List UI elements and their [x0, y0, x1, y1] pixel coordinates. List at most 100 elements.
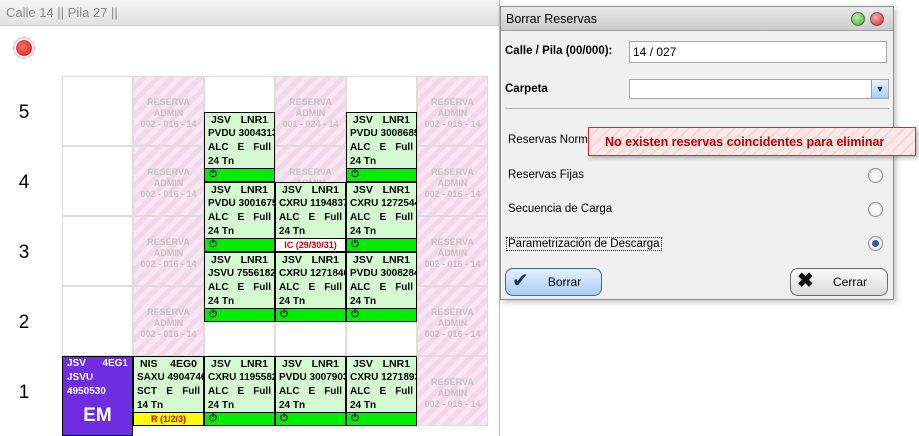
reserva-admin-cell[interactable]: RESERVAADMIN002 - 016 - 14 — [417, 76, 488, 146]
container-field: LNR1 — [311, 254, 339, 266]
container-card[interactable]: JSV LNR1 JSVU 7556182 ALC E Full 24 Tn ⏻ — [204, 252, 275, 322]
container-line: 24 Tn — [347, 295, 416, 309]
reserva-admin-cell[interactable]: RESERVAADMIN002 - 016 - 14 — [417, 356, 488, 426]
yard-slot[interactable] — [62, 216, 133, 286]
reserva-text: ADMIN — [153, 108, 184, 118]
reserva-admin-cell[interactable]: RESERVA ADMIN 001 - 024 - 14 — [275, 76, 346, 146]
borrar-button[interactable]: ✔ Borrar — [505, 268, 602, 296]
close-icon[interactable] — [870, 12, 884, 26]
container-line: JSV LNR1 — [347, 253, 416, 267]
container-field: 24 Tn — [279, 296, 306, 307]
container-line: ALC E Full — [276, 281, 345, 295]
container-field: Full — [253, 212, 271, 223]
container-line: JSV LNR1 — [347, 183, 416, 197]
reserva-text: 002 - 016 - 14 — [424, 189, 481, 199]
container-field: 4EG1 — [102, 358, 128, 369]
container-card[interactable]: JSV LNR1 PVDU 3007903 ALC E Full 24 Tn ⏻ — [275, 356, 346, 426]
reserva-admin-cell[interactable]: RESERVAADMIN002 - 016 - 14 — [133, 286, 204, 356]
container-card[interactable]: JSV LNR1 CXRU 1272544 ALC E Full 24 Tn ⏻ — [346, 182, 417, 252]
container-line: JSV 4EG1 — [63, 357, 132, 371]
container-field: LNR1 — [382, 184, 410, 196]
container-line: JSV LNR1 — [347, 113, 416, 127]
radio-button[interactable] — [868, 236, 883, 251]
reserva-text: RESERVA — [147, 97, 190, 107]
container-field: Full — [253, 282, 271, 293]
container-field: CXRU 1195582 — [208, 372, 274, 383]
container-field: E — [308, 282, 316, 293]
container-field: ALC — [279, 386, 300, 397]
reserva-text: RESERVA — [431, 97, 474, 107]
plug-icon: ⏻ — [276, 412, 345, 425]
container-field: LNR1 — [382, 358, 410, 370]
plug-icon: ⏻ — [205, 168, 274, 181]
row-label: 1 — [18, 382, 30, 403]
container-line: 14 Tn — [134, 399, 203, 413]
container-line: PVDU 3001675 — [205, 197, 274, 211]
container-line: 24 Tn — [205, 399, 274, 413]
radio-button[interactable] — [868, 168, 883, 183]
reserva-text: ADMIN — [153, 178, 184, 188]
reserva-text: 002 - 016 - 14 — [140, 189, 197, 199]
chevron-down-icon[interactable]: ▼ — [871, 80, 888, 98]
container-line: JSV LNR1 — [205, 183, 274, 197]
reserva-admin-cell[interactable]: RESERVAADMIN002 - 016 - 14 — [417, 216, 488, 286]
container-id: JSVU 4950530 — [67, 372, 106, 397]
reserva-text: 002 - 016 - 14 — [424, 329, 481, 339]
reserva-admin-cell[interactable]: RESERVAADMIN002 - 016 - 14 — [133, 76, 204, 146]
status-indicator-icon[interactable] — [14, 38, 34, 58]
container-card[interactable]: JSV LNR1 PVDU 3001675 ALC E Full 24 Tn ⏻ — [204, 182, 275, 252]
container-field: LNR1 — [382, 254, 410, 266]
radio-option-label[interactable]: Parametrización de Descarga — [506, 237, 662, 251]
reserva-admin-cell[interactable]: RESERVAADMIN002 - 016 - 14 — [133, 146, 204, 216]
container-field: JSV — [353, 114, 373, 126]
container-card[interactable]: JSV LNR1 CXRU 1271846 ALC E Full 24 Tn ⏻ — [275, 252, 346, 322]
radio-button[interactable] — [868, 202, 883, 217]
container-card[interactable]: NIS 4EG0 SAXU 4904746 SCT E Full 14 Tn R (1/2/3… — [133, 356, 204, 426]
container-field: PVDU 3007903 — [279, 372, 345, 383]
container-card[interactable]: JSV LNR1 PVDU 3004313 ALC E Full 24 Tn ⏻ — [204, 112, 275, 182]
container-field: E — [237, 212, 245, 223]
container-field: E — [237, 142, 245, 153]
container-field: ALC — [208, 282, 229, 293]
radio-option-label[interactable]: Reservas Fijas — [508, 169, 584, 181]
container-tag: IC (29/30/31) — [276, 238, 345, 251]
container-card[interactable]: JSV LNR1 PVDU 3008284 ALC E Full 24 Tn ⏻ — [346, 252, 417, 322]
container-field: JSV — [67, 358, 86, 369]
container-line: ALC E Full — [347, 281, 416, 295]
container-line: 24 Tn — [205, 225, 274, 239]
container-line: 24 Tn — [347, 225, 416, 239]
reserva-admin-cell[interactable]: RESERVAADMIN002 - 016 - 14 — [417, 146, 488, 216]
container-field: JSV — [353, 254, 373, 266]
reserva-text: 001 - 024 - 14 — [282, 119, 339, 129]
container-card[interactable]: JSV LNR1 CXRU 1271893 ALC E Full 24 Tn ⏻ — [346, 356, 417, 426]
yard-slot[interactable] — [62, 76, 133, 146]
container-line: ALC E Full — [347, 211, 416, 225]
container-card[interactable]: JSV LNR1 CXRU 1195582 ALC E Full 24 Tn ⏻ — [204, 356, 275, 426]
container-line: ALC E Full — [205, 281, 274, 295]
reserva-admin-cell[interactable]: RESERVAADMIN002 - 016 - 14 — [417, 286, 488, 356]
calle-pila-input[interactable]: 14 / 027 — [629, 41, 887, 63]
reserva-admin-cell[interactable]: RESERVAADMIN002 - 016 - 14 — [133, 216, 204, 286]
radio-option-label[interactable]: Secuencia de Carga — [508, 203, 612, 215]
container-field: LNR1 — [311, 358, 339, 370]
container-field: Full — [253, 386, 271, 397]
yard-slot[interactable] — [62, 286, 133, 356]
carpeta-select[interactable]: ▼ — [629, 79, 889, 99]
yard-slot[interactable] — [62, 146, 133, 216]
container-line: CXRU 1194837 — [276, 197, 345, 211]
container-field: ALC — [279, 212, 300, 223]
cerrar-button[interactable]: ✖ Cerrar — [790, 268, 888, 296]
container-field: 24 Tn — [279, 400, 306, 411]
error-tooltip: No existen reservas coincidentes para el… — [588, 127, 916, 156]
plug-icon: ⏻ — [347, 308, 416, 321]
cerrar-button-label: Cerrar — [832, 275, 867, 289]
container-card[interactable]: JSV LNR1 CXRU 1194837 ALC E Full 24 Tn IC (29/3… — [275, 182, 346, 252]
container-line: CXRU 1271846 — [276, 267, 345, 281]
em-container-card[interactable]: JSV 4EG1 JSVU 4950530 EM — [62, 356, 133, 436]
container-card[interactable]: JSV LNR1 PVDU 3008685 ALC E Full 24 Tn ⏻ — [346, 112, 417, 182]
container-field: CXRU 1272544 — [350, 198, 416, 209]
maximize-icon[interactable] — [851, 12, 865, 26]
container-line: 24 Tn — [276, 399, 345, 413]
container-field: 14 Tn — [137, 400, 164, 411]
reserva-text: RESERVA — [431, 167, 474, 177]
